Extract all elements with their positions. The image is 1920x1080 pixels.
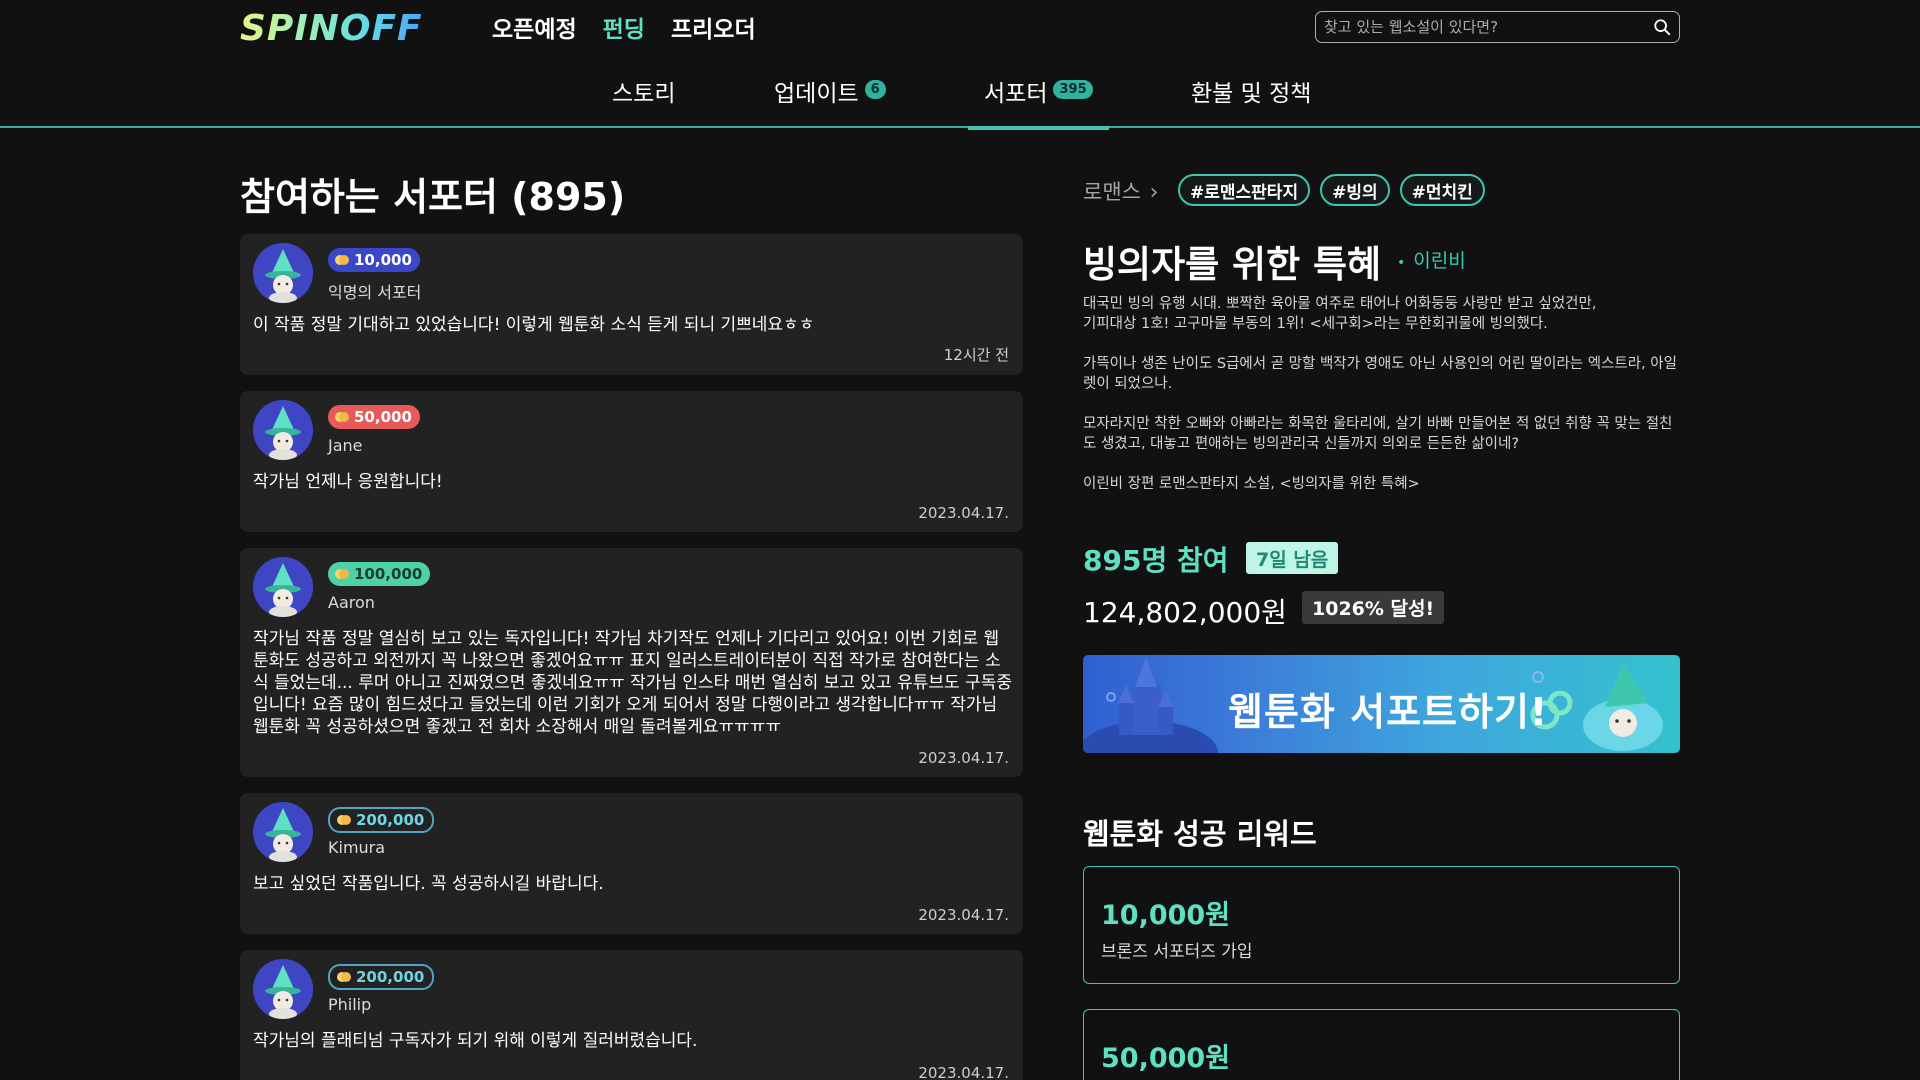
nav-item-open-soon[interactable]: 오픈예정	[492, 10, 577, 44]
book-description: 대국민 빙의 유행 시대. 뽀짝한 육아물 여주로 태어나 어화둥둥 사랑만 받…	[1083, 294, 1683, 514]
support-button-label: 웹툰화 서포트하기!	[1228, 690, 1549, 734]
amount-value: 100,000	[354, 565, 423, 583]
coin-icon	[335, 255, 349, 265]
author-link[interactable]: • 이린비	[1397, 246, 1466, 273]
message-time: 2023.04.17.	[918, 906, 1009, 924]
supporters-count-badge: 395	[1053, 80, 1093, 99]
description-paragraph: 모자라지만 착한 오빠와 아빠라는 화목한 울타리에, 살기 바빠 만들어본 적…	[1083, 416, 1673, 452]
reward-price: 10,000원	[1101, 900, 1231, 931]
message-time: 2023.04.17.	[918, 749, 1009, 767]
reward-description: 브론즈 서포터즈 가입	[1101, 942, 1253, 962]
support-webtoon-button[interactable]: 웹툰화 서포트하기!	[1083, 655, 1680, 753]
avatar[interactable]	[253, 959, 313, 1019]
book-title: 빙의자를 위한 특혜	[1083, 243, 1382, 286]
main-nav: 오픈예정 펀딩 프리오더	[492, 10, 756, 44]
reward-option[interactable]: 50,000원	[1083, 1009, 1680, 1080]
supporter-card: 200,000 Philip 작가님의 플래티넘 구독자가 되기 위해 이렇게 …	[240, 950, 1023, 1080]
avatar[interactable]	[253, 243, 313, 303]
amount-value: 200,000	[356, 811, 425, 829]
tab-refund-policy[interactable]: 환불 및 정책	[1191, 62, 1311, 128]
chevron-right-icon: ›	[1149, 180, 1159, 205]
description-paragraph: 이린비 장편 로맨스판타지 소설, <빙의자를 위한 특혜>	[1083, 476, 1420, 492]
avatar[interactable]	[253, 557, 313, 617]
support-amount-badge: 200,000	[328, 807, 435, 833]
coin-icon	[337, 972, 351, 982]
amount-value: 200,000	[356, 968, 425, 986]
description-paragraph: 대국민 빙의 유행 시대. 뽀짝한 육아물 여주로 태어나 어화둥둥 사랑만 받…	[1083, 296, 1597, 332]
nav-item-funding[interactable]: 펀딩	[603, 10, 645, 44]
reward-option[interactable]: 10,000원 브론즈 서포터즈 가입	[1083, 866, 1680, 984]
supporter-card: 10,000 익명의 서포터 이 작품 정말 기대하고 있었습니다! 이렇게 웹…	[240, 234, 1023, 375]
description-paragraph: 가뜩이나 생존 난이도 S급에서 곧 망할 백작가 영애도 아닌 사용인의 어린…	[1083, 356, 1677, 392]
supporter-card: 100,000 Aaron 작가님 작품 정말 열심히 보고 있는 독자입니다!…	[240, 548, 1023, 777]
tab-updates-label: 업데이트	[774, 81, 859, 107]
wizard-avatar-icon	[253, 243, 313, 303]
hashtag-list: #로맨스판타지 #빙의 #먼치킨	[1178, 174, 1485, 206]
reward-section-title: 웹툰화 성공 리워드	[1083, 817, 1317, 851]
search-icon[interactable]	[1653, 18, 1671, 36]
days-remaining-badge: 7일 남음	[1246, 542, 1339, 574]
supporter-name: Aaron	[328, 593, 375, 612]
hashtag-munchkin[interactable]: #먼치킨	[1399, 174, 1485, 206]
supporter-message: 작가님 작품 정말 열심히 보고 있는 독자입니다! 작가님 차기작도 언제나 …	[253, 629, 1012, 737]
tab-story-label: 스토리	[612, 81, 676, 107]
support-amount-badge: 200,000	[328, 964, 435, 990]
support-amount-badge: 100,000	[328, 562, 431, 586]
nav-item-preorder[interactable]: 프리오더	[671, 10, 756, 44]
support-amount-badge: 10,000	[328, 248, 420, 272]
message-time: 2023.04.17.	[918, 504, 1009, 522]
supporter-message: 작가님의 플래티넘 구독자가 되기 위해 이렇게 질러버렸습니다.	[253, 1031, 698, 1051]
supporter-name: 익명의 서포터	[328, 283, 422, 302]
tab-supporters[interactable]: 서포터 395	[968, 62, 1109, 130]
wizard-avatar-icon	[253, 557, 313, 617]
supporter-name: Jane	[328, 436, 363, 455]
raised-amount: 124,802,000원	[1083, 596, 1287, 629]
supporters-title: 참여하는 서포터 (895)	[240, 175, 626, 219]
wizard-avatar-icon	[253, 802, 313, 862]
support-amount-badge: 50,000	[328, 405, 420, 429]
supporter-name: Kimura	[328, 838, 386, 857]
tab-refund-label: 환불 및 정책	[1191, 81, 1312, 107]
message-time: 12시간 전	[943, 346, 1009, 364]
author-name: 이린비	[1413, 250, 1466, 272]
amount-value: 50,000	[354, 408, 412, 426]
hashtag-romance-fantasy[interactable]: #로맨스판타지	[1178, 174, 1311, 206]
avatar[interactable]	[253, 400, 313, 460]
coin-icon	[335, 569, 349, 579]
search-box	[1315, 11, 1680, 43]
detail-tabs: 스토리 업데이트 6 서포터 395 환불 및 정책	[0, 62, 1920, 130]
participant-count: 895명 참여	[1083, 544, 1229, 577]
reward-price: 50,000원	[1101, 1043, 1231, 1074]
tab-story[interactable]: 스토리	[612, 62, 675, 128]
message-time: 2023.04.17.	[918, 1064, 1009, 1080]
supporter-card: 50,000 Jane 작가님 언제나 응원합니다! 2023.04.17.	[240, 391, 1023, 532]
amount-value: 10,000	[354, 251, 412, 269]
wizard-avatar-icon	[253, 400, 313, 460]
supporter-card: 200,000 Kimura 보고 싶었던 작품입니다. 꼭 성공하시길 바랍니…	[240, 793, 1023, 934]
supporter-message: 이 작품 정말 기대하고 있었습니다! 이렇게 웹툰화 소식 듣게 되니 기쁘네…	[253, 315, 815, 335]
supporter-message: 작가님 언제나 응원합니다!	[253, 472, 443, 492]
supporter-message: 보고 싶었던 작품입니다. 꼭 성공하시길 바랍니다.	[253, 874, 604, 894]
supporter-name: Philip	[328, 995, 372, 1014]
genre-breadcrumb[interactable]: 로맨스 ›	[1083, 176, 1158, 206]
avatar[interactable]	[253, 802, 313, 862]
spinoff-logo[interactable]: SPINOFF	[240, 7, 423, 49]
search-input[interactable]	[1324, 18, 1653, 36]
achievement-badge: 1026% 달성!	[1302, 591, 1445, 624]
tab-updates[interactable]: 업데이트 6	[774, 62, 886, 128]
hashtag-possession[interactable]: #빙의	[1320, 174, 1390, 206]
tab-supporters-label: 서포터	[984, 81, 1048, 107]
genre-label: 로맨스	[1083, 180, 1141, 204]
top-header: SPINOFF 오픈예정 펀딩 프리오더 스토리 업데이트 6 서포터 395 …	[0, 0, 1920, 130]
coin-icon	[337, 815, 351, 825]
coin-icon	[335, 412, 349, 422]
logo-text: SPINOFF	[240, 7, 423, 49]
bullet-dot-icon: •	[1397, 255, 1406, 271]
wizard-avatar-icon	[253, 959, 313, 1019]
updates-count-badge: 6	[864, 80, 886, 99]
